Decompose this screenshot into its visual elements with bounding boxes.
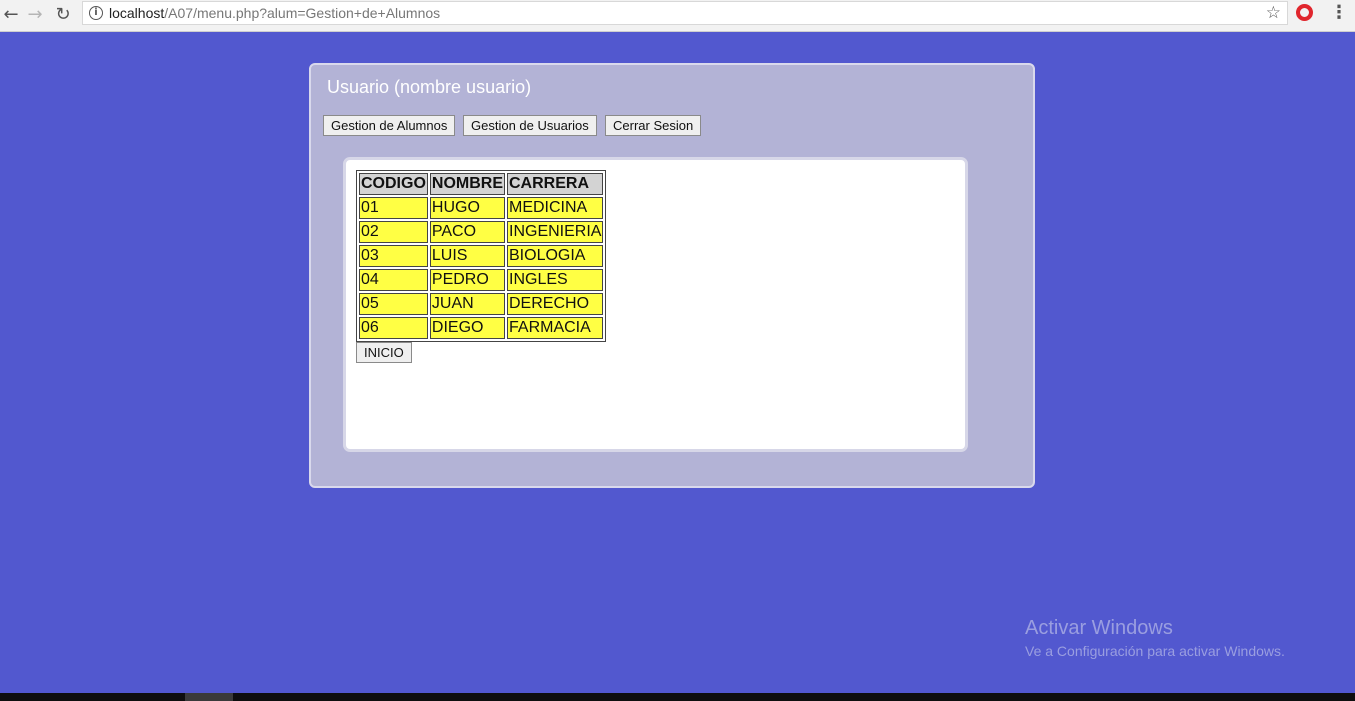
cell-nombre: PACO [429, 221, 505, 243]
gestion-alumnos-button[interactable]: Gestion de Alumnos [323, 115, 456, 136]
address-bar[interactable]: i localhost/A07/menu.php?alum=Gestion+de… [82, 1, 1288, 25]
reload-icon[interactable]: ↻ [52, 4, 74, 26]
cell-codigo: 06 [359, 317, 428, 339]
table-row: 01 HUGO MEDICINA [359, 197, 604, 219]
activation-watermark-subtitle: Ve a Configuración para activar Windows. [1025, 643, 1285, 659]
cerrar-sesion-button[interactable]: Cerrar Sesion [605, 115, 702, 136]
cell-carrera: MEDICINA [507, 197, 604, 219]
url-path: /A07/menu.php?alum=Gestion+de+Alumnos [164, 5, 441, 21]
cell-carrera: FARMACIA [507, 317, 604, 339]
back-arrow-icon[interactable]: ← [0, 4, 22, 26]
main-panel: Usuario (nombre usuario) Gestion de Alum… [309, 63, 1035, 488]
cell-carrera: DERECHO [507, 293, 604, 315]
cell-carrera: INGLES [507, 269, 604, 291]
cell-nombre: DIEGO [429, 317, 505, 339]
content-area: CODIGO NOMBRE CARRERA 01 HUGO MEDICINA 0… [343, 157, 968, 452]
page-title: Usuario (nombre usuario) [327, 77, 532, 97]
cell-nombre: HUGO [429, 197, 505, 219]
table-header-row: CODIGO NOMBRE CARRERA [359, 173, 604, 195]
bookmark-star-icon[interactable]: ☆ [1266, 2, 1281, 24]
table-row: 04 PEDRO INGLES [359, 269, 604, 291]
cell-codigo: 04 [359, 269, 428, 291]
cell-carrera: BIOLOGIA [507, 245, 604, 267]
taskbar-item[interactable] [185, 693, 233, 701]
table-row: 05 JUAN DERECHO [359, 293, 604, 315]
opera-icon[interactable] [1296, 4, 1313, 21]
table-row: 06 DIEGO FARMACIA [359, 317, 604, 339]
url-text[interactable]: localhost/A07/menu.php?alum=Gestion+de+A… [109, 2, 440, 24]
column-header-nombre: NOMBRE [429, 173, 505, 195]
forward-arrow-icon[interactable]: → [24, 4, 46, 26]
kebab-menu-icon[interactable]: ⋮ [1330, 3, 1348, 27]
table-row: 03 LUIS BIOLOGIA [359, 245, 604, 267]
cell-nombre: PEDRO [429, 269, 505, 291]
cell-codigo: 01 [359, 197, 428, 219]
info-icon[interactable]: i [89, 6, 103, 20]
column-header-codigo: CODIGO [359, 173, 428, 195]
taskbar [0, 693, 1355, 701]
cell-codigo: 05 [359, 293, 428, 315]
column-header-carrera: CARRERA [507, 173, 604, 195]
cell-nombre: LUIS [429, 245, 505, 267]
inicio-button[interactable]: INICIO [356, 342, 412, 363]
activation-watermark-title: Activar Windows [1025, 617, 1173, 639]
browser-toolbar: ← → ↻ i localhost/A07/menu.php?alum=Gest… [0, 0, 1355, 32]
alumnos-table: CODIGO NOMBRE CARRERA 01 HUGO MEDICINA 0… [356, 170, 607, 342]
cell-codigo: 02 [359, 221, 428, 243]
gestion-usuarios-button[interactable]: Gestion de Usuarios [463, 115, 597, 136]
table-row: 02 PACO INGENIERIA [359, 221, 604, 243]
cell-carrera: INGENIERIA [507, 221, 604, 243]
cell-nombre: JUAN [429, 293, 505, 315]
url-host: localhost [109, 5, 165, 21]
cell-codigo: 03 [359, 245, 428, 267]
